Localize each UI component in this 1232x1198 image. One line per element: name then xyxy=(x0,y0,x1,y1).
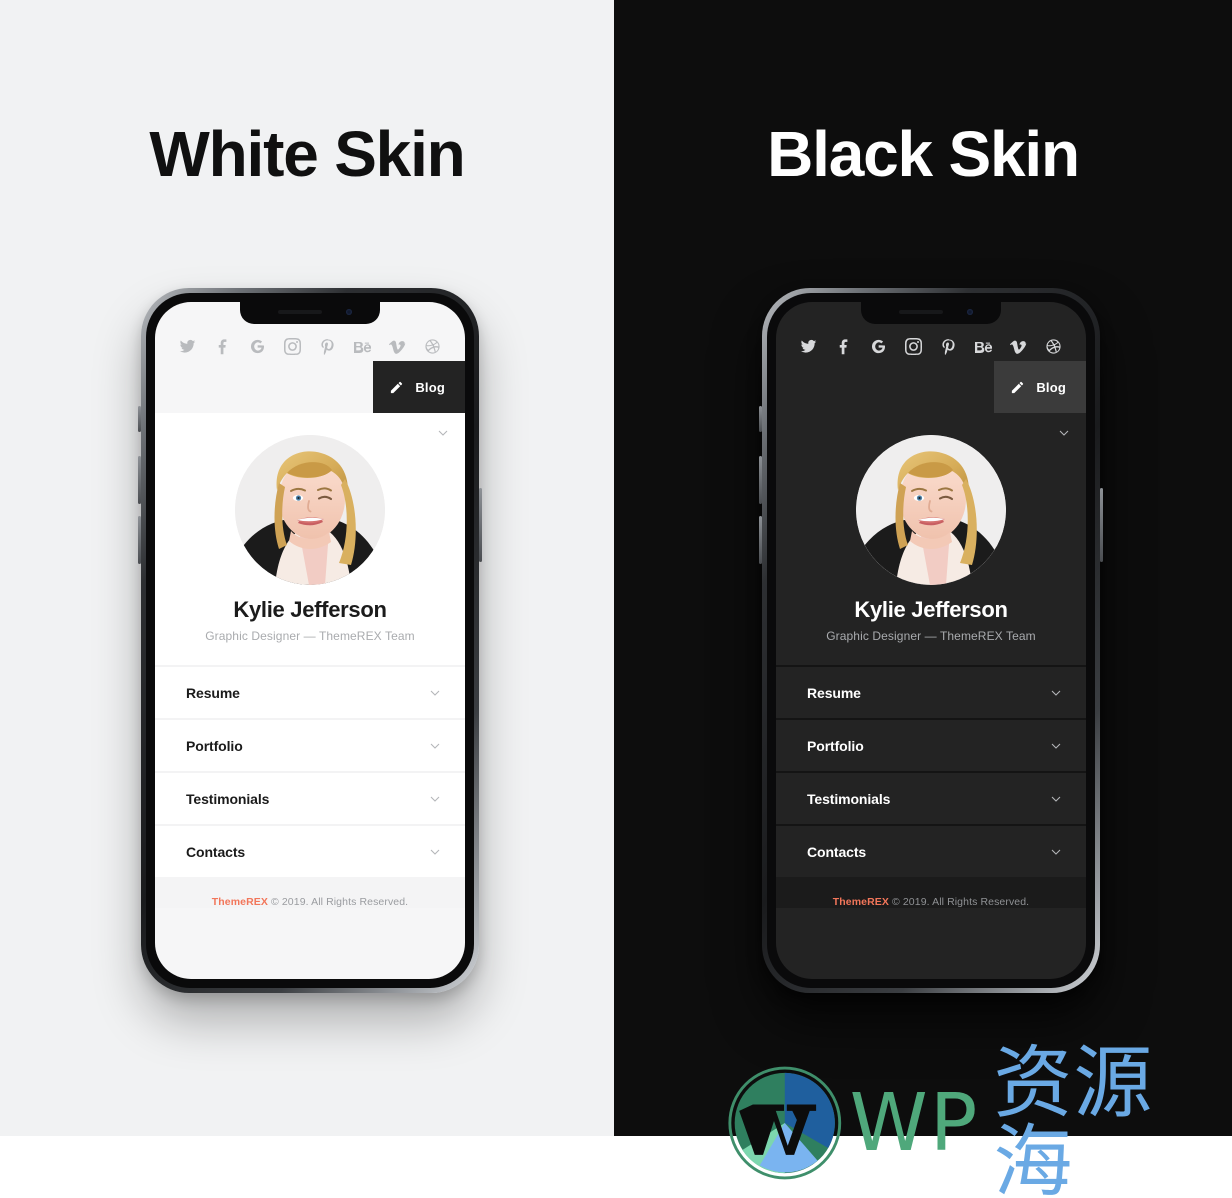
phone-bezel: Blog Kylie Jefferson Graphic Designer — … xyxy=(767,293,1095,988)
earpiece-speaker xyxy=(899,310,943,314)
menu-item-label: Resume xyxy=(186,684,240,701)
facebook-icon[interactable] xyxy=(214,338,231,355)
phone-bezel: Blog Kylie Jefferson Graphic Designer — … xyxy=(146,293,474,988)
watermark-text-en: WP xyxy=(849,1076,980,1169)
twitter-icon[interactable] xyxy=(800,338,817,355)
pinterest-icon[interactable] xyxy=(940,338,957,355)
twitter-icon[interactable] xyxy=(179,338,196,355)
vimeo-icon[interactable] xyxy=(389,338,406,355)
menu-item-portfolio[interactable]: Portfolio xyxy=(776,718,1086,771)
chevron-down-icon[interactable] xyxy=(1048,738,1064,754)
watermark: WP 资源海 xyxy=(726,1044,1232,1198)
phone-screen-light: Blog Kylie Jefferson Graphic Designer — … xyxy=(155,302,465,979)
vimeo-icon[interactable] xyxy=(1010,338,1027,355)
menu-item-label: Portfolio xyxy=(186,737,243,754)
footer-brand[interactable]: ThemeREX xyxy=(212,896,268,908)
menu-item-label: Portfolio xyxy=(807,737,864,754)
behance-icon[interactable] xyxy=(975,338,992,355)
menu-item-contacts[interactable]: Contacts xyxy=(155,824,465,877)
phone-frame: Blog Kylie Jefferson Graphic Designer — … xyxy=(759,288,1103,993)
instagram-icon[interactable] xyxy=(284,338,301,355)
blog-button-label: Blog xyxy=(1036,379,1066,395)
footer-text: © 2019. All Rights Reserved. xyxy=(268,896,409,908)
profile-block: Kylie Jefferson Graphic Designer — Theme… xyxy=(776,413,1086,665)
profile-name: Kylie Jefferson xyxy=(233,597,387,622)
profile-role: Graphic Designer — ThemeREX Team xyxy=(826,629,1036,643)
pinterest-icon[interactable] xyxy=(319,338,336,355)
phone-mockup-light: Blog Kylie Jefferson Graphic Designer — … xyxy=(138,288,482,993)
mute-switch[interactable] xyxy=(138,406,141,432)
blog-button-label: Blog xyxy=(415,379,445,395)
volume-down-button[interactable] xyxy=(759,516,762,564)
chevron-down-icon[interactable] xyxy=(427,791,443,807)
chevron-down-icon[interactable] xyxy=(1048,844,1064,860)
facebook-icon[interactable] xyxy=(835,338,852,355)
footer-copyright: ThemeREX © 2019. All Rights Reserved. xyxy=(776,877,1086,908)
watermark-text-cn: 资源海 xyxy=(993,1037,1154,1198)
white-skin-title: White Skin xyxy=(149,118,465,190)
menu-item-label: Testimonials xyxy=(186,790,270,807)
pencil-icon xyxy=(389,380,404,395)
google-icon[interactable] xyxy=(870,338,887,355)
google-icon[interactable] xyxy=(249,338,266,355)
chevron-down-icon[interactable] xyxy=(1048,791,1064,807)
instagram-icon[interactable] xyxy=(905,338,922,355)
power-button[interactable] xyxy=(1100,488,1103,562)
profile-role: Graphic Designer — ThemeREX Team xyxy=(205,629,415,643)
front-camera xyxy=(346,309,352,315)
nav-menu: Resume Portfolio Testimonials Contacts xyxy=(155,665,465,877)
chevron-down-icon[interactable] xyxy=(1048,685,1064,701)
phone-notch xyxy=(861,302,1001,324)
blog-row: Blog xyxy=(155,361,465,413)
white-skin-panel: White Skin Blog Kylie Jefferson Graphic … xyxy=(0,0,614,1136)
menu-item-label: Contacts xyxy=(807,843,867,860)
menu-item-label: Contacts xyxy=(186,843,246,860)
earpiece-speaker xyxy=(278,310,322,314)
volume-down-button[interactable] xyxy=(138,516,141,564)
volume-up-button[interactable] xyxy=(138,456,141,504)
footer-copyright: ThemeREX © 2019. All Rights Reserved. xyxy=(155,877,465,908)
avatar xyxy=(856,435,1006,585)
behance-icon[interactable] xyxy=(354,338,371,355)
profile-collapse-chevron-down-icon[interactable] xyxy=(435,425,451,441)
blog-row: Blog xyxy=(776,361,1086,413)
front-camera xyxy=(967,309,973,315)
blog-button[interactable]: Blog xyxy=(373,361,465,413)
profile-collapse-chevron-down-icon[interactable] xyxy=(1056,425,1072,441)
mute-switch[interactable] xyxy=(759,406,762,432)
phone-screen-dark: Blog Kylie Jefferson Graphic Designer — … xyxy=(776,302,1086,979)
watermark-text: WP 资源海 xyxy=(850,1044,1232,1198)
phone-notch xyxy=(240,302,380,324)
menu-item-testimonials[interactable]: Testimonials xyxy=(776,771,1086,824)
menu-item-resume[interactable]: Resume xyxy=(155,665,465,718)
footer-brand[interactable]: ThemeREX xyxy=(833,896,889,908)
black-skin-title: Black Skin xyxy=(767,118,1080,190)
menu-item-resume[interactable]: Resume xyxy=(776,665,1086,718)
footer-text: © 2019. All Rights Reserved. xyxy=(889,896,1030,908)
chevron-down-icon[interactable] xyxy=(427,844,443,860)
menu-item-label: Testimonials xyxy=(807,790,891,807)
menu-item-contacts[interactable]: Contacts xyxy=(776,824,1086,877)
wordpress-logo xyxy=(728,1066,842,1180)
menu-item-testimonials[interactable]: Testimonials xyxy=(155,771,465,824)
phone-frame: Blog Kylie Jefferson Graphic Designer — … xyxy=(138,288,482,993)
avatar xyxy=(235,435,385,585)
dribbble-icon[interactable] xyxy=(424,338,441,355)
screenshot-stage: White Skin Blog Kylie Jefferson Graphic … xyxy=(0,0,1232,1198)
profile-name: Kylie Jefferson xyxy=(854,597,1008,622)
pencil-icon xyxy=(1010,380,1025,395)
profile-block: Kylie Jefferson Graphic Designer — Theme… xyxy=(155,413,465,665)
nav-menu: Resume Portfolio Testimonials Contacts xyxy=(776,665,1086,877)
power-button[interactable] xyxy=(479,488,482,562)
dribbble-icon[interactable] xyxy=(1045,338,1062,355)
menu-item-portfolio[interactable]: Portfolio xyxy=(155,718,465,771)
black-skin-panel: Black Skin Blog Kylie Jefferson Graphic … xyxy=(614,0,1232,1136)
volume-up-button[interactable] xyxy=(759,456,762,504)
chevron-down-icon[interactable] xyxy=(427,685,443,701)
menu-item-label: Resume xyxy=(807,684,861,701)
phone-mockup-dark: Blog Kylie Jefferson Graphic Designer — … xyxy=(759,288,1103,993)
blog-button[interactable]: Blog xyxy=(994,361,1086,413)
chevron-down-icon[interactable] xyxy=(427,738,443,754)
